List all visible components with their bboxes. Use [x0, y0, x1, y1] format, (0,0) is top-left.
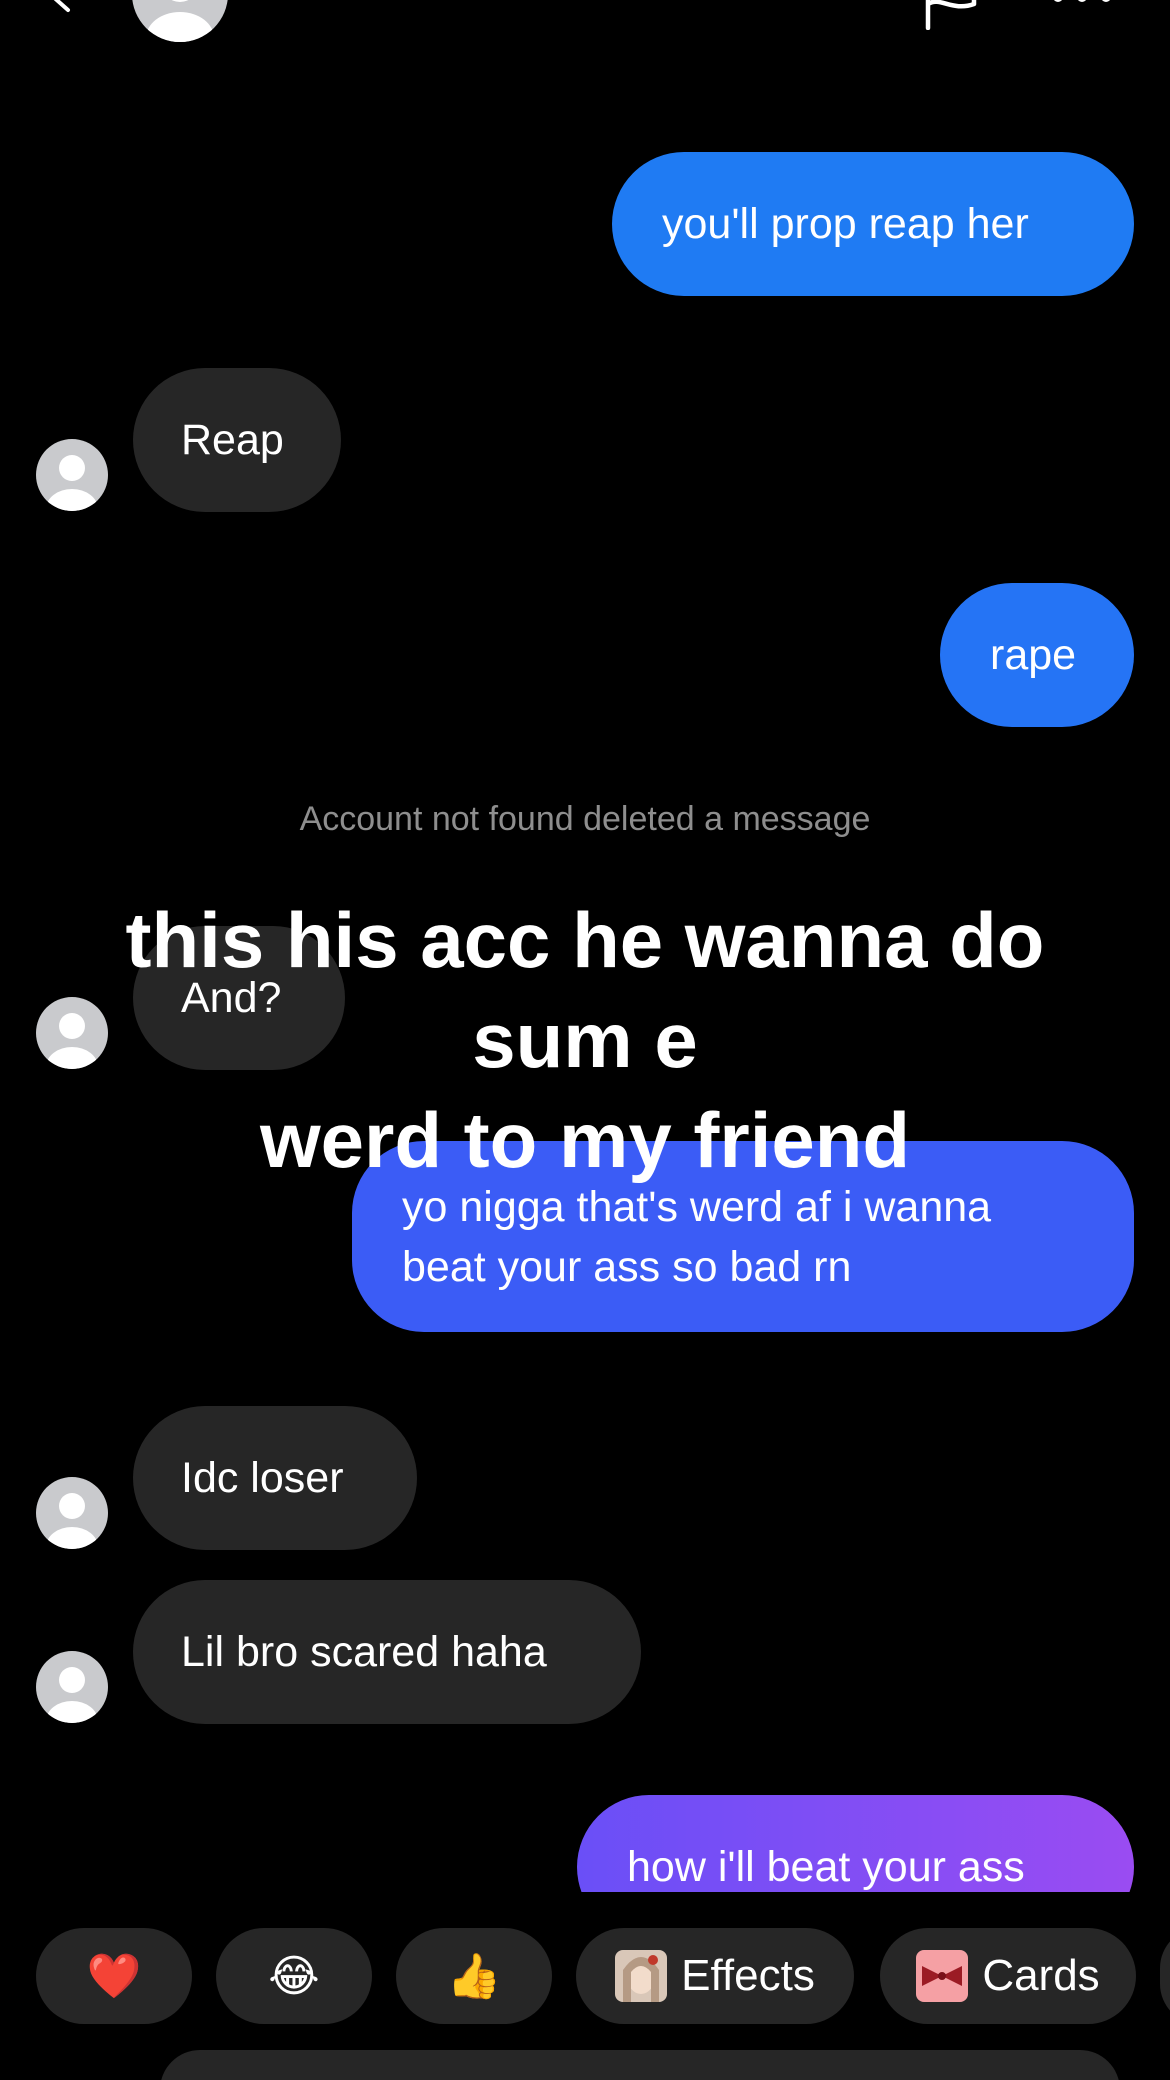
- header-title[interactable]: Account not found: [252, 0, 607, 10]
- message-text: Lil bro scared haha: [181, 1628, 547, 1676]
- outgoing-message-clip: how i'll beat your ass: [0, 1790, 1170, 1892]
- sender-avatar[interactable]: [36, 1477, 108, 1549]
- effects-chip[interactable]: Effects: [576, 1928, 854, 2024]
- laugh-reaction-chip[interactable]: 😂: [216, 1928, 372, 2024]
- effects-label: Effects: [681, 1951, 815, 2000]
- sender-avatar[interactable]: [36, 1651, 108, 1723]
- thumbs-up-reaction-chip[interactable]: 👍: [396, 1928, 552, 2024]
- incoming-message[interactable]: Reap: [133, 368, 341, 512]
- back-icon[interactable]: [40, 0, 80, 14]
- deleted-message-notice: Account not found deleted a message: [299, 800, 871, 838]
- message-text: rape: [990, 631, 1077, 679]
- header-avatar[interactable]: [132, 0, 228, 42]
- incoming-message[interactable]: Idc loser: [133, 1406, 417, 1550]
- effects-thumbnail-icon: [615, 1950, 668, 2002]
- message-composer[interactable]: [160, 2050, 1120, 2080]
- chat-header: Account not found: [0, 0, 1170, 50]
- quick-reaction-bar: ❤️ 😂 👍 Effects Cards: [0, 1928, 1170, 2024]
- outgoing-message[interactable]: you'll prop reap her: [612, 152, 1134, 296]
- gift-card-icon: [916, 1950, 969, 2002]
- message-text: Reap: [181, 416, 284, 464]
- message-text: how i'll beat your ass: [627, 1843, 1025, 1891]
- more-chip-partial[interactable]: [1160, 1928, 1170, 2024]
- cards-label: Cards: [982, 1951, 1100, 2000]
- thumbs-up-icon: 👍: [446, 1952, 502, 2001]
- sender-avatar[interactable]: [36, 439, 108, 511]
- outgoing-message[interactable]: how i'll beat your ass: [577, 1795, 1134, 1892]
- more-options-icon[interactable]: [1050, 0, 1114, 12]
- message-text-line: beat your ass so bad rn: [402, 1242, 852, 1291]
- flag-icon[interactable]: [920, 0, 982, 30]
- message-text: you'll prop reap her: [662, 200, 1029, 248]
- message-text: Idc loser: [181, 1454, 344, 1502]
- laughing-emoji-icon: 😂: [268, 1951, 320, 2001]
- heart-icon: ❤️: [86, 1952, 142, 2001]
- cards-chip[interactable]: Cards: [880, 1928, 1136, 2024]
- overlay-caption: this his acc he wanna do sum e werd to m…: [125, 896, 1045, 1184]
- heart-reaction-chip[interactable]: ❤️: [36, 1928, 192, 2024]
- outgoing-message[interactable]: rape: [940, 583, 1134, 727]
- incoming-message[interactable]: Lil bro scared haha: [133, 1580, 641, 1724]
- chat-screen: Account not found you'll prop reap her R…: [0, 0, 1170, 2080]
